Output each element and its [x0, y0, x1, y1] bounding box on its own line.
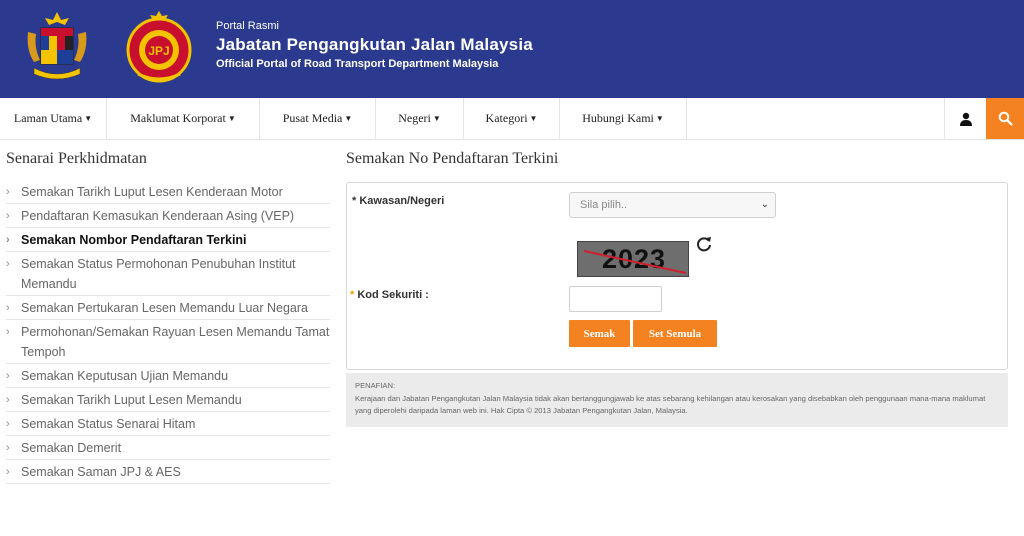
sidebar-item-keputusan-ujian[interactable]: › Semakan Keputusan Ujian Memandu: [6, 364, 330, 388]
caret-down-icon: ▼: [344, 114, 353, 123]
nav-maklumat-korporat[interactable]: Maklumat Korporat ▼: [107, 98, 260, 139]
malaysia-coat-of-arms-icon: [27, 12, 87, 80]
nav-negeri[interactable]: Negeri ▼: [376, 98, 464, 139]
disclaimer-box: PENAFIAN: Kerajaan dan Jabatan Pengangku…: [346, 373, 1008, 427]
chevron-right-icon: ›: [6, 258, 10, 270]
page-title: Semakan No Pendaftaran Terkini: [346, 150, 559, 167]
svg-text:JPJ: JPJ: [148, 44, 169, 58]
chevron-right-icon: ›: [6, 370, 10, 382]
disclaimer-text: Kerajaan dan Jabatan Pengangkutan Jalan …: [355, 393, 986, 416]
chevron-right-icon: ›: [6, 394, 10, 406]
search-icon: [998, 111, 1013, 126]
user-button[interactable]: [944, 98, 986, 139]
kawasan-label: * Kawasan/Negeri: [352, 195, 445, 207]
chevron-right-icon: ›: [6, 326, 10, 338]
caret-down-icon: ▼: [655, 114, 664, 123]
chevron-right-icon: ›: [6, 466, 10, 478]
search-button[interactable]: [986, 98, 1024, 139]
sidebar-item-saman-jpj-aes[interactable]: › Semakan Saman JPJ & AES: [6, 460, 330, 484]
sidebar-item-tarikh-luput-lesen-kenderaan[interactable]: › Semakan Tarikh Luput Lesen Kenderaan Mo…: [6, 180, 330, 204]
chevron-down-icon: ⌄: [760, 199, 769, 210]
semak-button[interactable]: Semak: [569, 320, 630, 347]
captcha-image: 2023: [577, 241, 689, 277]
caret-down-icon: ▼: [227, 114, 236, 123]
sidebar-item-institut-memandu[interactable]: › Semakan Status Permohonan Penubuhan Ins…: [6, 252, 330, 296]
kod-sekuriti-label: * Kod Sekuriti :: [350, 289, 429, 301]
chevron-right-icon: ›: [6, 302, 10, 314]
user-icon: [960, 112, 972, 126]
disclaimer-title: PENAFIAN:: [355, 381, 396, 390]
sidebar-item-luput-lesen-memandu[interactable]: › Semakan Tarikh Luput Lesen Memandu: [6, 388, 330, 412]
chevron-right-icon: ›: [6, 442, 10, 454]
header-title: Jabatan Pengangkutan Jalan Malaysia: [216, 35, 533, 54]
sidebar-item-nombor-pendaftaran[interactable]: › Semakan Nombor Pendaftaran Terkini: [6, 228, 330, 252]
sidebar-item-senarai-hitam[interactable]: › Semakan Status Senarai Hitam: [6, 412, 330, 436]
caret-down-icon: ▼: [84, 114, 93, 123]
header-subtitle: Official Portal of Road Transport Depart…: [216, 58, 499, 70]
chevron-right-icon: ›: [6, 234, 10, 246]
kawasan-select[interactable]: Sila pilih.. ⌄: [569, 192, 776, 218]
sidebar-item-demerit[interactable]: › Semakan Demerit: [6, 436, 330, 460]
set-semula-button[interactable]: Set Semula: [633, 320, 717, 347]
refresh-icon[interactable]: [695, 235, 713, 253]
nav-hubungi-kami[interactable]: Hubungi Kami ▼: [560, 98, 687, 139]
header-portal-label: Portal Rasmi: [216, 20, 279, 32]
header-text: Portal Rasmi Jabatan Pengangkutan Jalan …: [216, 19, 533, 71]
site-header: JPJ Portal Rasmi Jabatan Pengangkutan Ja…: [0, 0, 1024, 98]
chevron-right-icon: ›: [6, 418, 10, 430]
sidebar-item-lesen-luar-negara[interactable]: › Semakan Pertukaran Lesen Memandu Luar N…: [6, 296, 330, 320]
nav-laman-utama[interactable]: Laman Utama ▼: [0, 98, 107, 139]
service-list: › Semakan Tarikh Luput Lesen Kenderaan Mo…: [6, 180, 330, 484]
chevron-right-icon: ›: [6, 186, 10, 198]
sidebar-item-vep[interactable]: › Pendaftaran Kemasukan Kenderaan Asing (…: [6, 204, 330, 228]
main-nav: Laman Utama ▼ Maklumat Korporat ▼ Pusat Me…: [0, 98, 1024, 140]
kod-sekuriti-input[interactable]: [569, 286, 662, 312]
caret-down-icon: ▼: [432, 114, 441, 123]
nav-pusat-media[interactable]: Pusat Media ▼: [260, 98, 376, 139]
sidebar-item-rayuan-lesen[interactable]: › Permohonan/Semakan Rayuan Lesen Memandu…: [6, 320, 330, 364]
captcha-strike-line: [583, 250, 687, 274]
jpj-logo-icon: JPJ: [126, 11, 192, 83]
search-form: * Kawasan/Negeri Sila pilih.. ⌄ 2023 * K…: [346, 182, 1008, 370]
chevron-right-icon: ›: [6, 210, 10, 222]
sidebar-title: Senarai Perkhidmatan: [6, 150, 147, 167]
nav-kategori[interactable]: Kategori ▼: [464, 98, 560, 139]
caret-down-icon: ▼: [529, 114, 538, 123]
